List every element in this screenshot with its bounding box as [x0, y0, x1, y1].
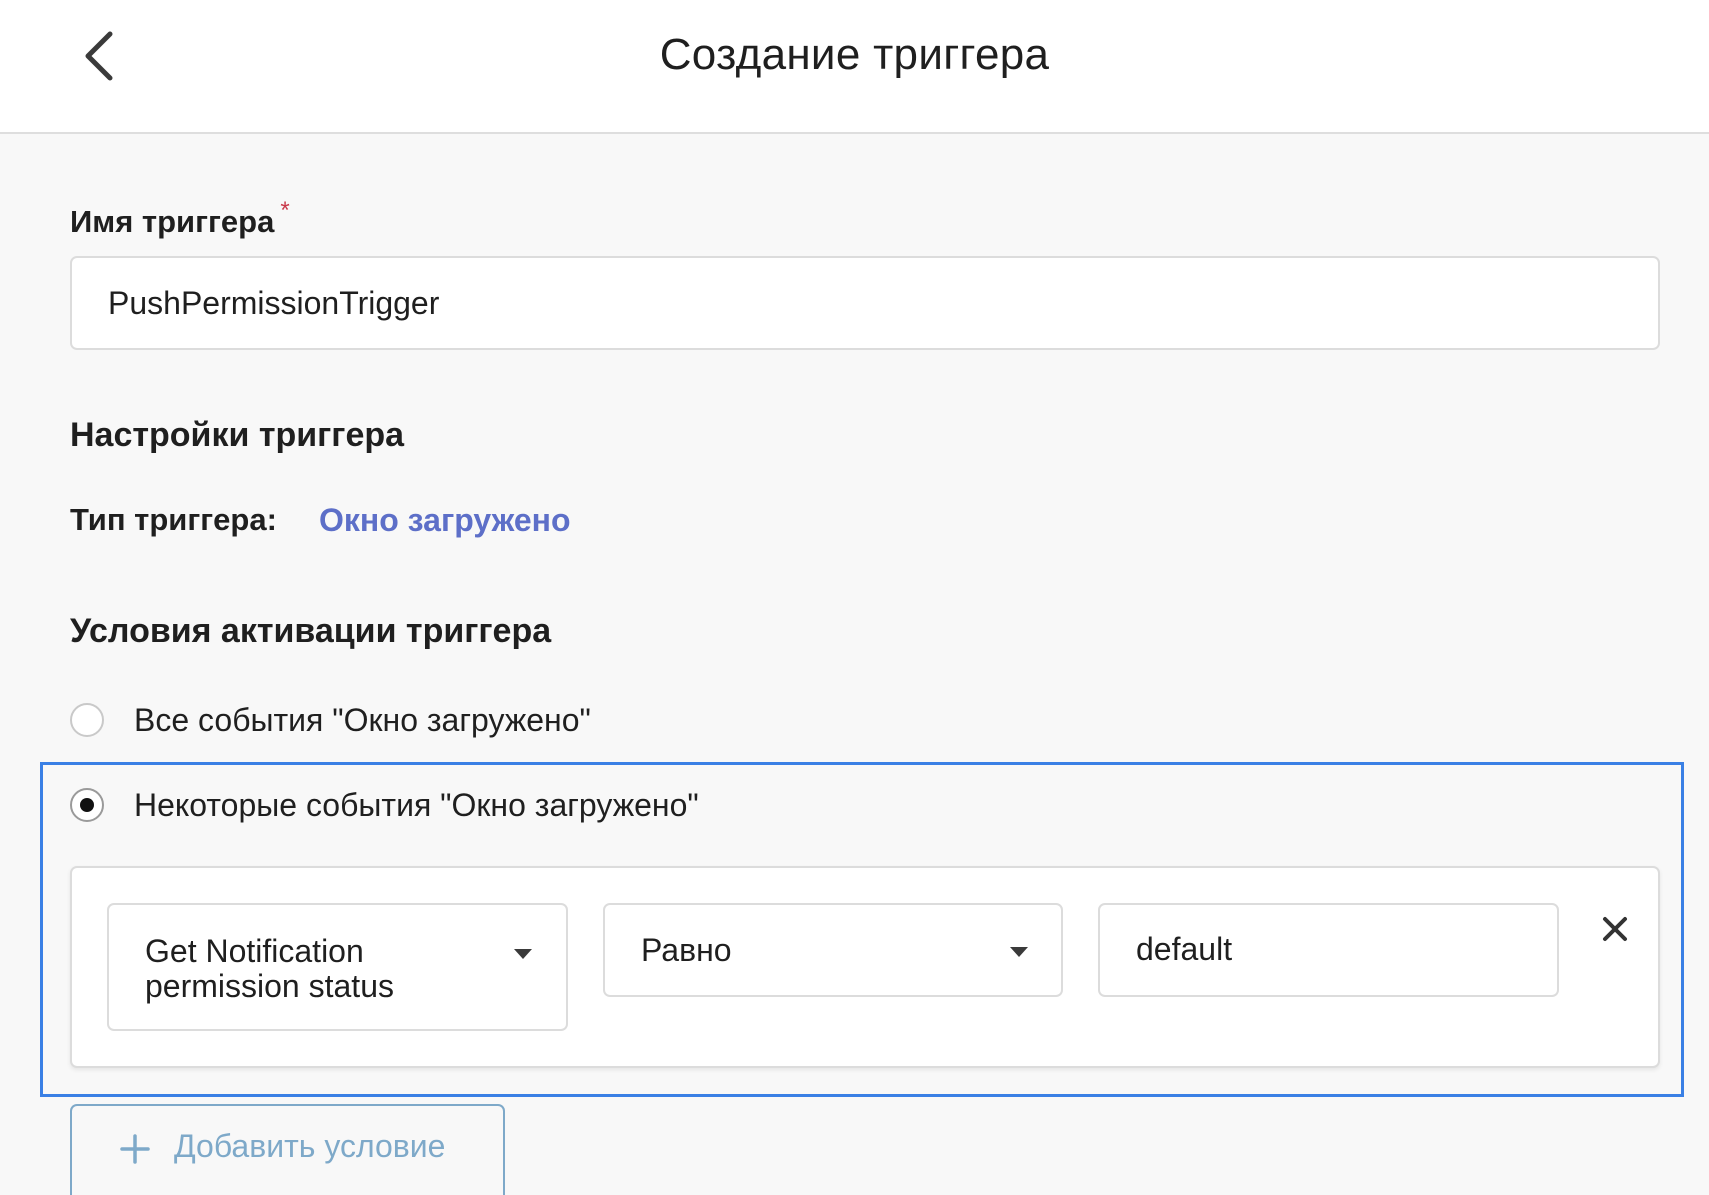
condition-operator-select[interactable]: Равно: [603, 903, 1063, 997]
condition-value-input[interactable]: default: [1098, 903, 1559, 997]
trigger-name-value: PushPermissionTrigger: [108, 285, 440, 321]
condition-field-line1: Get Notification: [145, 933, 364, 969]
remove-condition-button[interactable]: [1598, 912, 1632, 946]
required-marker: *: [280, 197, 290, 224]
condition-field-line2: permission status: [145, 968, 394, 1004]
trigger-type-label: Тип триггера:: [70, 502, 277, 537]
chevron-down-icon: [1010, 947, 1028, 957]
condition-operator-value: Равно: [641, 932, 732, 968]
trigger-type-link[interactable]: Окно загружено: [319, 502, 571, 539]
radio-all-events[interactable]: Все события "Окно загружено": [70, 700, 591, 740]
page-title: Создание триггера: [659, 30, 1050, 79]
radio-button-checked[interactable]: [70, 788, 104, 822]
add-condition-label: Добавить условие: [174, 1128, 446, 1164]
radio-some-events[interactable]: Некоторые события "Окно загружено": [70, 785, 699, 825]
condition-value-text: default: [1136, 931, 1233, 967]
radio-all-events-label: Все события "Окно загружено": [134, 701, 591, 738]
trigger-name-label-text: Имя триггера: [70, 204, 275, 239]
radio-button-unchecked[interactable]: [70, 703, 104, 737]
close-icon: [1603, 917, 1627, 941]
radio-some-events-label: Некоторые события "Окно загружено": [134, 786, 699, 823]
add-condition-button[interactable]: Добавить условие: [70, 1104, 505, 1195]
trigger-name-label: Имя триггера *: [70, 197, 290, 240]
plus-icon: [120, 1134, 150, 1164]
activation-conditions-heading: Условия активации триггера: [70, 612, 552, 650]
condition-field-select[interactable]: Get Notification permission status: [107, 903, 568, 1031]
trigger-settings-heading: Настройки триггера: [70, 416, 405, 454]
top-bar: Создание триггера: [0, 0, 1709, 134]
chevron-down-icon: [514, 949, 532, 959]
trigger-name-input[interactable]: PushPermissionTrigger: [70, 256, 1660, 350]
